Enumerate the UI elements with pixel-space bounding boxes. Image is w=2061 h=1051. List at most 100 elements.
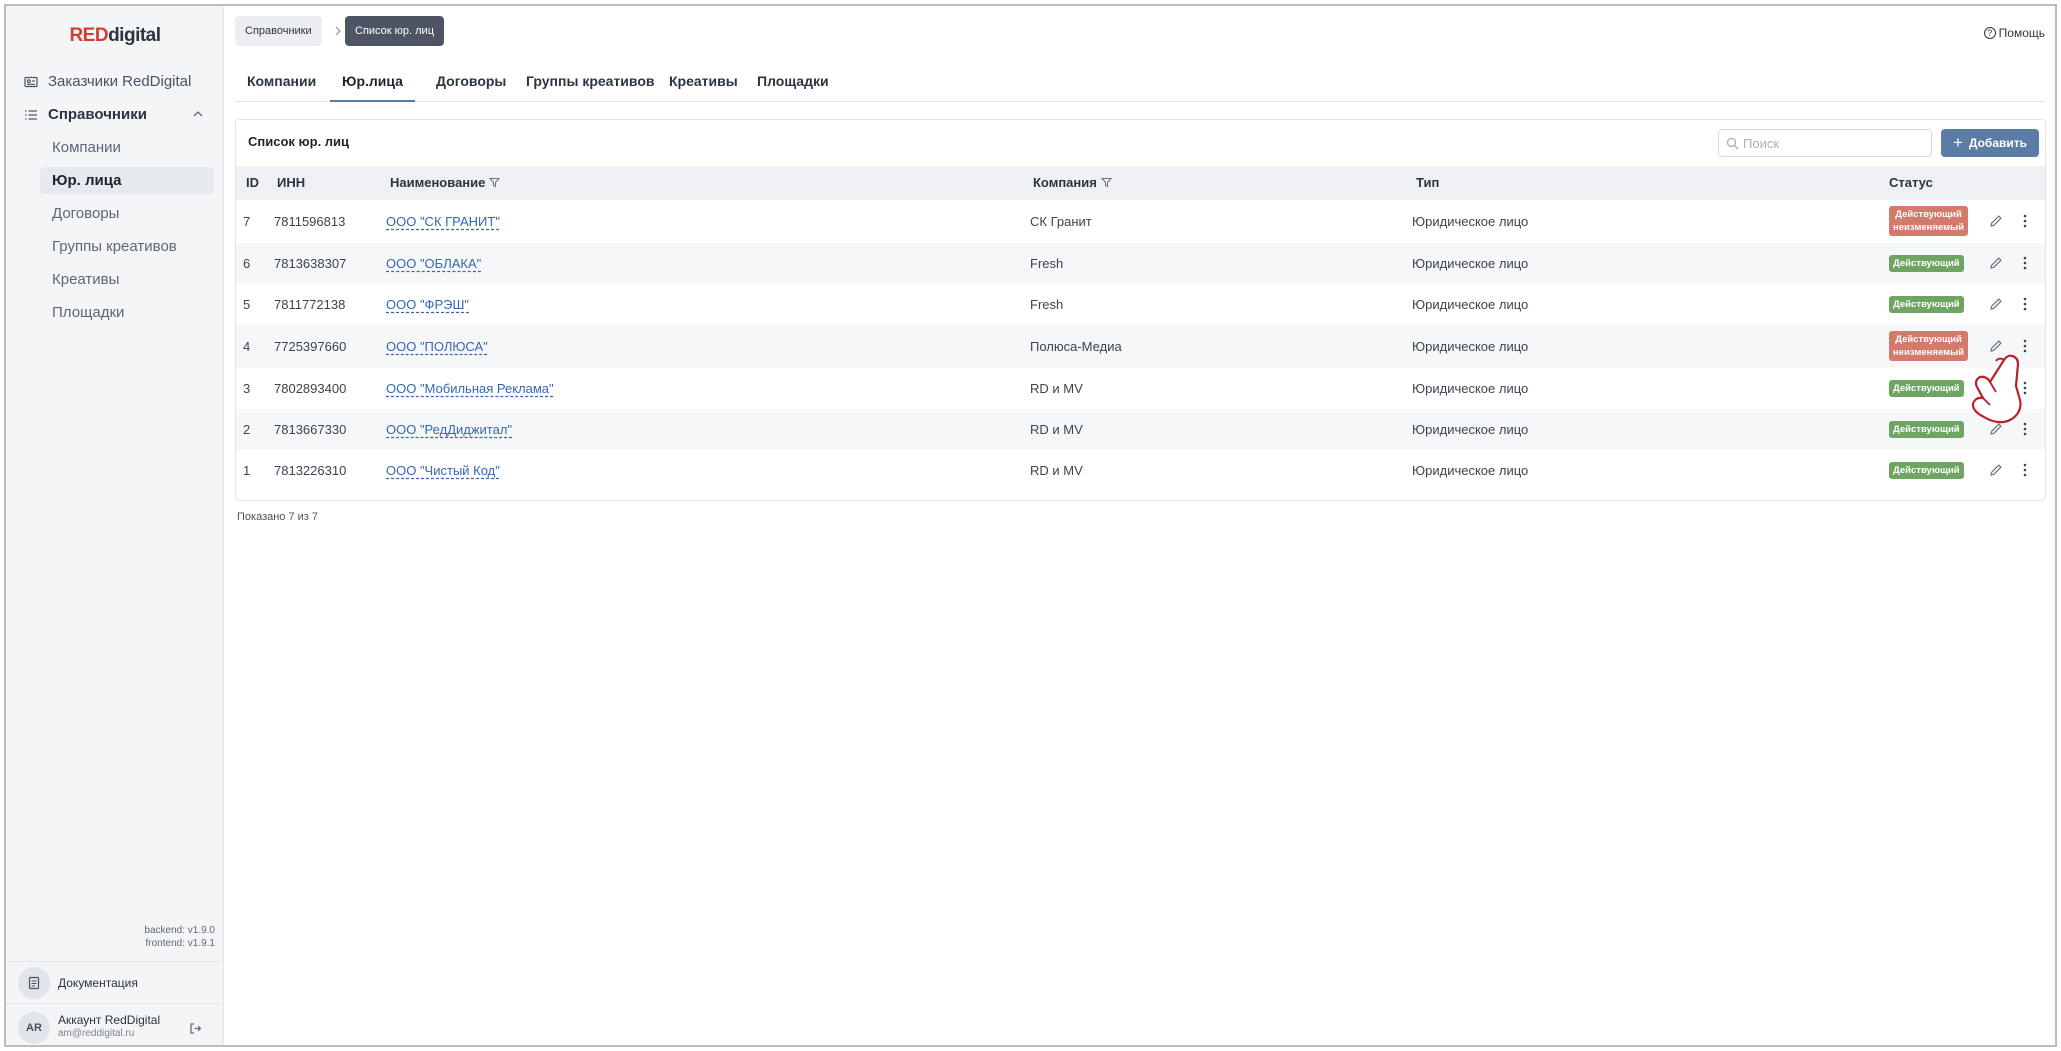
tab-companies[interactable]: Компании <box>235 64 328 102</box>
cell-type: Юридическое лицо <box>1412 381 1529 396</box>
search-box[interactable] <box>1718 129 1932 157</box>
more-vertical-icon[interactable] <box>2017 296 2033 312</box>
table-row[interactable]: 1 7813226310 ООО "Чистый Код" RD и MV Юр… <box>236 450 2045 491</box>
cell-company: Полюса-Медиа <box>1030 339 1122 354</box>
cell-name-link[interactable]: ООО "ФРЭШ" <box>386 297 469 312</box>
status-badge: Действующий неизменяемый <box>1889 206 1969 236</box>
table-row[interactable]: 3 7802893400 ООО "Мобильная Реклама" RD … <box>236 368 2045 409</box>
table-row[interactable]: 6 7813638307 ООО "ОБЛАКА" Fresh Юридичес… <box>236 243 2045 284</box>
frontend-version: frontend: v1.9.1 <box>145 938 216 949</box>
status-line: Действующий <box>1895 334 1962 345</box>
cell-inn: 7802893400 <box>274 381 347 396</box>
cell-name-link[interactable]: ООО "ПОЛЮСА" <box>386 339 488 354</box>
sidebar-group-directories[interactable]: Справочники <box>24 106 214 123</box>
search-input[interactable] <box>1743 134 1923 152</box>
sidebar-item-customers[interactable]: Заказчики RedDigital <box>24 73 191 90</box>
filter-icon[interactable] <box>1100 177 1112 188</box>
sidebar-item-contracts[interactable]: Договоры <box>40 200 214 227</box>
app-window: REDdigital Заказчики RedDigital Справочн… <box>4 4 2057 1047</box>
tab-legal-entities[interactable]: Юр.лица <box>330 64 415 102</box>
cell-company: Fresh <box>1030 256 1064 271</box>
edit-pencil-icon[interactable] <box>1988 462 2004 478</box>
tab-bar: Компании Юр.лица Договоры Группы креатив… <box>235 64 2045 102</box>
avatar[interactable]: AR <box>18 1012 50 1044</box>
sidebar-item-platforms[interactable]: Площадки <box>40 299 214 326</box>
status-badge: Действующий <box>1889 255 1964 272</box>
breadcrumb-current[interactable]: Список юр. лиц <box>345 16 444 46</box>
tab-creative-groups[interactable]: Группы креативов <box>514 64 667 102</box>
panel-title: Список юр. лиц <box>248 134 350 149</box>
cell-id: 1 <box>243 463 251 478</box>
account-panel: AR Аккаунт RedDigital am@reddigital.ru <box>6 1003 224 1045</box>
tab-contracts[interactable]: Договоры <box>424 64 518 102</box>
table-row[interactable]: 2 7813667330 ООО "РедДиджитал" RD и MV Ю… <box>236 409 2045 450</box>
table-row[interactable]: 7 7811596813 ООО "СК ГРАНИТ" СК Гранит Ю… <box>236 200 2045 243</box>
brand-logo-red: RED <box>69 25 109 46</box>
header-name-label: Наименование <box>390 175 486 190</box>
id-card-icon <box>24 76 38 87</box>
sidebar-item-legal-entities[interactable]: Юр. лица <box>40 167 214 194</box>
cell-name-link[interactable]: ООО "Чистый Код" <box>386 463 500 478</box>
help-link[interactable]: ? Помощь <box>1983 26 2045 40</box>
cell-company: RD и MV <box>1030 381 1083 396</box>
cell-type: Юридическое лицо <box>1412 214 1529 229</box>
more-vertical-icon[interactable] <box>2017 213 2033 229</box>
breadcrumb-root[interactable]: Справочники <box>235 16 322 46</box>
logout-icon[interactable] <box>189 1022 202 1035</box>
sidebar-item-creatives[interactable]: Креативы <box>40 266 214 293</box>
table-row[interactable]: 5 7811772138 ООО "ФРЭШ" Fresh Юридическо… <box>236 284 2045 325</box>
add-button-label: Добавить <box>1968 136 2028 150</box>
cell-id: 7 <box>243 214 251 229</box>
status-badge: Действующий <box>1889 421 1964 438</box>
status-badge: Действующий <box>1889 296 1964 313</box>
header-status[interactable]: Статус <box>1889 175 1933 190</box>
edit-pencil-icon[interactable] <box>1988 213 2004 229</box>
cell-id: 2 <box>243 422 251 437</box>
header-type[interactable]: Тип <box>1416 175 1439 190</box>
more-vertical-icon[interactable] <box>2017 462 2033 478</box>
header-id[interactable]: ID <box>246 175 259 190</box>
cell-type: Юридическое лицо <box>1412 297 1529 312</box>
account-email: am@reddigital.ru <box>58 1028 135 1039</box>
cell-inn: 7813226310 <box>274 463 347 478</box>
question-icon: ? <box>1983 27 1996 39</box>
filter-icon[interactable] <box>489 177 501 188</box>
cell-id: 5 <box>243 297 251 312</box>
pointing-hand-cursor-icon <box>1971 354 2022 424</box>
cell-inn: 7811596813 <box>274 214 346 229</box>
cell-company: СК Гранит <box>1030 214 1092 229</box>
cell-name-link[interactable]: ООО "СК ГРАНИТ" <box>386 214 500 229</box>
list-icon <box>25 109 37 120</box>
docs-label: Документация <box>58 976 138 990</box>
cell-name-link[interactable]: ООО "ОБЛАКА" <box>386 256 481 271</box>
search-icon <box>1726 137 1739 150</box>
cell-id: 3 <box>243 381 251 396</box>
header-company[interactable]: Компания <box>1033 175 1112 190</box>
cell-type: Юридическое лицо <box>1412 463 1529 478</box>
edit-pencil-icon[interactable] <box>1988 296 2004 312</box>
sidebar-item-customers-label: Заказчики RedDigital <box>48 73 192 90</box>
header-name[interactable]: Наименование <box>390 175 501 190</box>
cell-type: Юридическое лицо <box>1412 256 1529 271</box>
cell-inn: 7813638307 <box>274 256 347 271</box>
chevron-up-icon[interactable] <box>192 108 204 120</box>
cell-inn: 7811772138 <box>274 297 346 312</box>
backend-version: backend: v1.9.0 <box>144 925 215 936</box>
plus-icon: + <box>1952 133 1963 152</box>
sidebar-item-companies[interactable]: Компании <box>40 134 214 161</box>
edit-pencil-icon[interactable] <box>1988 255 2004 271</box>
tab-creatives[interactable]: Креативы <box>657 64 750 102</box>
tab-platforms[interactable]: Площадки <box>745 64 841 102</box>
docs-link[interactable]: Документация <box>6 961 224 1003</box>
version-info: backend: v1.9.0 frontend: v1.9.1 <box>144 924 215 950</box>
brand-logo[interactable]: REDdigital <box>6 25 224 47</box>
cell-name-link[interactable]: ООО "Мобильная Реклама" <box>386 381 554 396</box>
add-button[interactable]: + Добавить <box>1941 129 2039 157</box>
help-label: Помощь <box>1998 26 2045 40</box>
table-row[interactable]: 4 7725397660 ООО "ПОЛЮСА" Полюса-Медиа Ю… <box>236 325 2045 368</box>
more-vertical-icon[interactable] <box>2017 255 2033 271</box>
cell-name-link[interactable]: ООО "РедДиджитал" <box>386 422 512 437</box>
sidebar-item-creative-groups[interactable]: Группы креативов <box>40 233 214 260</box>
cell-company: Fresh <box>1030 297 1064 312</box>
header-inn[interactable]: ИНН <box>277 175 305 190</box>
